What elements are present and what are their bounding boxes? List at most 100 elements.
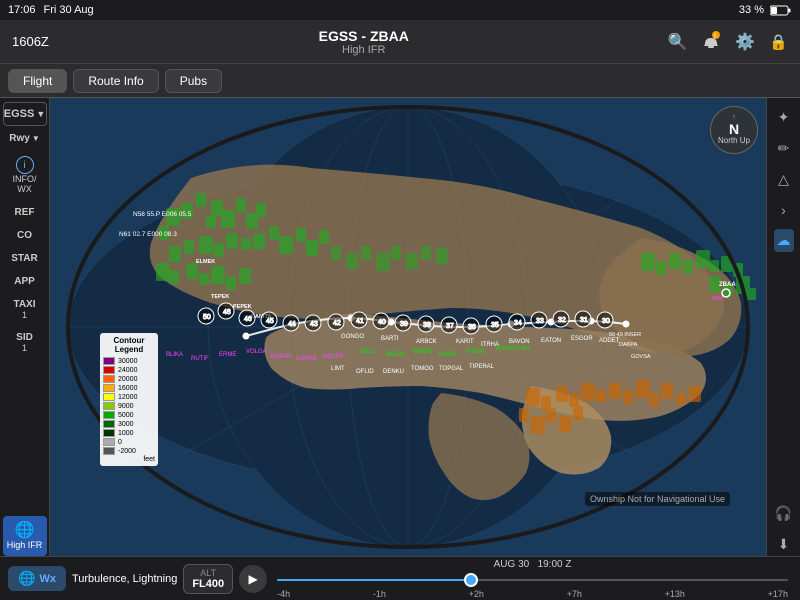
contour-row-30000: 30000 <box>103 357 155 365</box>
svg-text:LIMT: LIMT <box>331 366 345 372</box>
sid-sub: 1 <box>5 343 45 353</box>
ownship-note: Ownship Not for Navigational Use <box>585 492 730 506</box>
header-time: 1606Z <box>12 34 60 49</box>
compass-direction-indicator: ↑ <box>732 114 736 121</box>
compass-label: North Up <box>718 137 750 146</box>
lock-icon[interactable]: 🔒 <box>769 33 788 51</box>
svg-text:ESGOR: ESGOR <box>571 336 593 342</box>
svg-text:35: 35 <box>491 322 499 329</box>
header: 1606Z EGSS - ZBAA High IFR 🔍 ! ⚙️ 🔒 <box>0 20 800 64</box>
contour-legend: ContourLegend 30000 24000 20000 16000 12… <box>100 333 158 466</box>
svg-text:EATON: EATON <box>541 338 561 344</box>
svg-text:CARAB: CARAB <box>296 356 317 362</box>
svg-text:TOPGAL: TOPGAL <box>439 366 464 372</box>
globe-icon: 🌐 <box>5 521 45 540</box>
status-bar-right: 33 % <box>739 4 792 16</box>
tab-pubs[interactable]: Pubs <box>165 69 222 93</box>
header-title: EGSS - ZBAA <box>319 28 409 44</box>
svg-text:37: 37 <box>446 323 454 330</box>
high-ifr-label: High IFR <box>5 540 45 551</box>
timeline-date: AUG 30 19:00 Z <box>277 559 788 570</box>
contour-row-neg2000: -2000 <box>103 447 155 455</box>
turbulence-label: Turbulence, Lightning <box>72 573 177 585</box>
battery-level: 33 % <box>739 4 764 16</box>
status-day: Fri 30 Aug <box>44 4 94 16</box>
contour-row-12000: 12000 <box>103 393 155 401</box>
sidebar-item-high-ifr[interactable]: 🌐 High IFR <box>3 516 47 556</box>
svg-text:38: 38 <box>423 322 431 329</box>
wx-section[interactable]: 🌐 Wx <box>8 566 66 591</box>
wx-label: Wx <box>39 573 56 585</box>
svg-text:PEPEK: PEPEK <box>233 304 252 310</box>
battery-icon <box>770 5 792 16</box>
airport-dropdown-icon: ▼ <box>36 109 45 119</box>
svg-text:TOMGO: TOMGO <box>411 366 434 372</box>
svg-text:41: 41 <box>356 318 364 325</box>
svg-text:42: 42 <box>333 320 341 327</box>
contour-unit: feet <box>103 456 155 463</box>
compass: ↑ N North Up <box>710 106 758 154</box>
svg-text:GONGO: GONGO <box>341 334 364 340</box>
right-bar: ✦ ✏ △ › ☁ 🎧 ⬇ <box>766 98 800 556</box>
triangle-icon[interactable]: △ <box>775 168 792 191</box>
alt-label: ALT <box>200 568 216 578</box>
app-label: APP <box>5 276 45 287</box>
compass-north: N <box>729 121 739 137</box>
tab-flight[interactable]: Flight <box>8 69 67 93</box>
timeline-time-text: 19:00 Z <box>538 559 572 570</box>
star-label: STAR <box>5 253 45 264</box>
airport-selector[interactable]: EGSS ▼ <box>3 102 47 126</box>
headphones-icon[interactable]: 🎧 <box>772 502 795 525</box>
sidebar-item-star[interactable]: STAR <box>3 248 47 269</box>
svg-text:43: 43 <box>310 321 318 328</box>
sidebar-item-ref[interactable]: REF <box>3 202 47 223</box>
bottom-bar: 🌐 Wx Turbulence, Lightning ALT FL400 ▶ A… <box>0 556 800 600</box>
timeline-label-2: +2h <box>469 589 484 599</box>
timeline-label-4: +13h <box>665 589 685 599</box>
sidebar-item-info-wx[interactable]: i INFO/WX <box>3 151 47 200</box>
svg-text:ZBM: ZBM <box>711 296 723 302</box>
timeline-date-text: AUG 30 <box>494 559 530 570</box>
sidebar-item-app[interactable]: APP <box>3 271 47 292</box>
sidebar-item-taxi[interactable]: TAXI 1 <box>3 294 47 325</box>
svg-text:TIPERAL: TIPERAL <box>469 364 495 370</box>
svg-text:BAVON: BAVON <box>509 339 530 345</box>
sidebar-item-rwy[interactable]: Rwy ▼ <box>3 128 47 149</box>
svg-text:KUVKO: KUVKO <box>496 346 517 352</box>
svg-text:31: 31 <box>580 317 588 324</box>
svg-text:NGLER: NGLER <box>323 354 344 360</box>
pencil-icon[interactable]: ✏ <box>775 137 793 160</box>
svg-text:33: 33 <box>536 318 544 325</box>
svg-text:NLY: NLY <box>519 346 530 352</box>
sidebar-item-sid[interactable]: SID 1 <box>3 327 47 358</box>
download-icon[interactable]: ⬇ <box>775 533 793 556</box>
contour-title: ContourLegend <box>103 336 155 354</box>
svg-text:NAPAR: NAPAR <box>271 354 292 360</box>
notifications-icon[interactable]: ! <box>701 30 721 53</box>
svg-text:BELDC: BELDC <box>386 352 407 358</box>
svg-text:GOVSA: GOVSA <box>631 354 651 360</box>
search-icon[interactable]: 🔍 <box>667 32 687 52</box>
timeline-track[interactable] <box>277 572 788 588</box>
chevron-right-icon[interactable]: › <box>778 199 789 221</box>
play-button[interactable]: ▶ <box>239 565 267 593</box>
svg-text:N61 02.7 E000 08.3: N61 02.7 E000 08.3 <box>119 231 177 238</box>
timeline-label-0: -4h <box>277 589 290 599</box>
map-area[interactable]: N61 02.7 E000 08.3 N58 55.P E006 05.5 EL… <box>50 98 766 556</box>
svg-text:KARIT: KARIT <box>456 339 474 345</box>
map-svg: N61 02.7 E000 08.3 N58 55.P E006 05.5 EL… <box>50 98 766 556</box>
timeline-label-5: +17h <box>768 589 788 599</box>
rwy-dropdown-icon: ▼ <box>32 134 40 143</box>
cloud-icon[interactable]: ☁ <box>774 229 794 252</box>
sidebar-item-co[interactable]: CO <box>3 225 47 246</box>
svg-text:BLIKA: BLIKA <box>166 352 183 358</box>
svg-text:MELI: MELI <box>361 349 375 355</box>
contour-row-20000: 20000 <box>103 375 155 383</box>
tab-route-info[interactable]: Route Info <box>73 69 158 93</box>
timeline-thumb[interactable] <box>464 573 478 587</box>
alt-section[interactable]: ALT FL400 <box>183 564 233 594</box>
globe-icon-bottom: 🌐 <box>18 570 35 587</box>
co-label: CO <box>5 230 45 241</box>
star-icon[interactable]: ✦ <box>775 106 793 129</box>
settings-icon[interactable]: ⚙️ <box>735 32 755 52</box>
